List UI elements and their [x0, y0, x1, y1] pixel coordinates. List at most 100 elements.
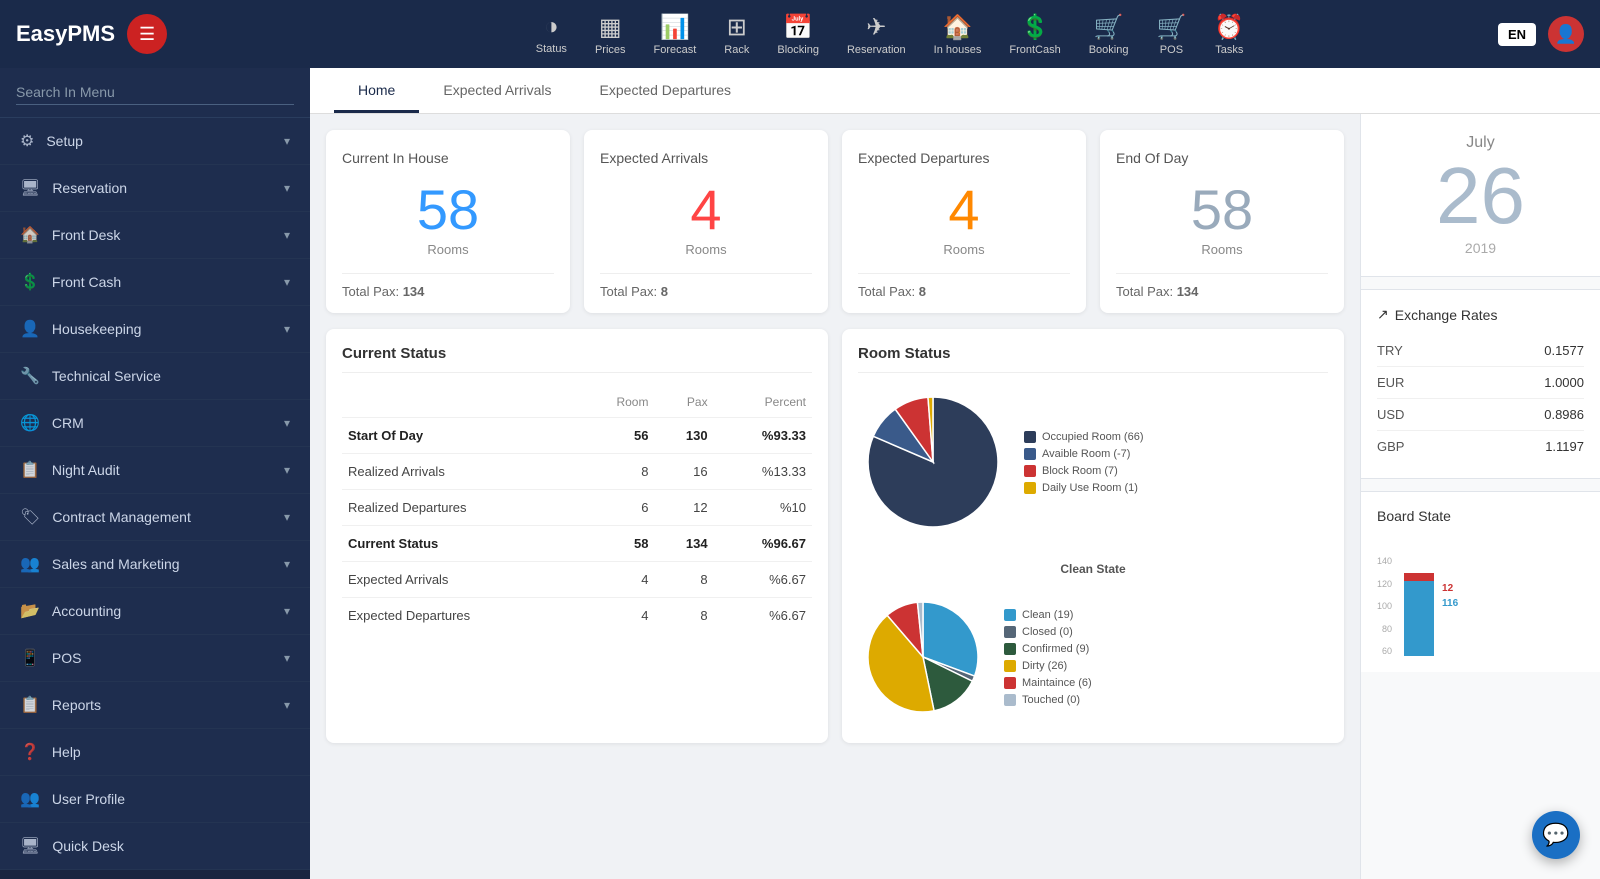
- clean-legend-item: Clean (19): [1004, 609, 1092, 621]
- col-header: Pax: [654, 387, 713, 418]
- row-percent: %93.33: [714, 418, 812, 454]
- nav-icon-booking[interactable]: 🛒Booking: [1089, 13, 1129, 56]
- sales-marketing-sidebar-icon: 👥: [20, 554, 40, 574]
- forecast-icon: 📊: [660, 13, 690, 42]
- pos-sidebar-icon: 📱: [20, 648, 40, 668]
- reservation-icon: ✈: [866, 13, 886, 42]
- currency-label: GBP: [1377, 439, 1404, 454]
- row-percent: %96.67: [714, 526, 812, 562]
- stat-card-rooms-0: Rooms: [342, 242, 554, 257]
- legend-item: Occupied Room (66): [1024, 431, 1144, 443]
- chat-fab-button[interactable]: 💬: [1532, 811, 1580, 859]
- sidebar-item-front-desk[interactable]: 🏠 Front Desk ▾: [0, 212, 310, 259]
- sidebar-item-setup[interactable]: ⚙ Setup ▾: [0, 118, 310, 165]
- stat-card-rooms-3: Rooms: [1116, 242, 1328, 257]
- chevron-icon: ▾: [284, 510, 290, 524]
- row-room: 4: [577, 598, 654, 634]
- row-pax: 134: [654, 526, 713, 562]
- sidebar-item-housekeeping[interactable]: 👤 Housekeeping ▾: [0, 306, 310, 353]
- legend-item: Daily Use Room (1): [1024, 482, 1144, 494]
- sidebar-label-front-cash: Front Cash: [52, 274, 121, 290]
- exchange-rates-widget: ↗ Exchange Rates TRY 0.1577 EUR 1.0000 U…: [1361, 289, 1600, 479]
- stat-card-1: Expected Arrivals 4 Rooms Total Pax: 8: [584, 130, 828, 313]
- sidebar-label-accounting: Accounting: [52, 603, 121, 619]
- stat-cards-grid: Current In House 58 Rooms Total Pax: 134…: [326, 130, 1344, 313]
- search-input[interactable]: [16, 80, 294, 105]
- user-avatar-button[interactable]: 👤: [1548, 16, 1584, 52]
- tab-expected-departures[interactable]: Expected Departures: [576, 68, 756, 113]
- stat-card-title-1: Expected Arrivals: [600, 150, 812, 166]
- table-row: Realized Arrivals 8 16 %13.33: [342, 454, 812, 490]
- language-button[interactable]: EN: [1498, 23, 1536, 46]
- nav-icon-forecast[interactable]: 📊Forecast: [654, 13, 697, 56]
- bottom-panels: Current Status RoomPaxPercent Start Of D…: [326, 329, 1344, 743]
- sidebar-label-front-desk: Front Desk: [52, 227, 120, 243]
- nav-icon-frontcash[interactable]: 💲FrontCash: [1009, 13, 1060, 56]
- currency-value: 1.1197: [1545, 439, 1584, 454]
- sidebar-item-reports[interactable]: 📋 Reports ▾: [0, 682, 310, 729]
- nav-icon-reservation[interactable]: ✈Reservation: [847, 13, 906, 56]
- board-state-title: Board State: [1377, 508, 1584, 524]
- clean-legend-item: Confirmed (9): [1004, 643, 1092, 655]
- accounting-sidebar-icon: 📂: [20, 601, 40, 621]
- row-room: 56: [577, 418, 654, 454]
- sidebar-item-pos[interactable]: 📱 POS ▾: [0, 635, 310, 682]
- legend-color: [1024, 431, 1036, 443]
- clean-state-section: Clean (19)Closed (0)Confirmed (9)Dirty (…: [858, 592, 1328, 727]
- row-room: 58: [577, 526, 654, 562]
- currency-label: USD: [1377, 407, 1404, 422]
- chevron-icon: ▾: [284, 463, 290, 477]
- stat-card-number-1: 4: [600, 182, 812, 238]
- sidebar-item-front-cash[interactable]: 💲 Front Cash ▾: [0, 259, 310, 306]
- nav-icon-pos[interactable]: 🛒POS: [1156, 13, 1186, 56]
- chevron-icon: ▾: [284, 228, 290, 242]
- table-row: Realized Departures 6 12 %10: [342, 490, 812, 526]
- nav-icon-blocking[interactable]: 📅Blocking: [777, 13, 819, 56]
- sidebar-item-user-profile[interactable]: 👥 User Profile: [0, 776, 310, 823]
- sidebar-item-sales-marketing[interactable]: 👥 Sales and Marketing ▾: [0, 541, 310, 588]
- exchange-rates-title: ↗ Exchange Rates: [1377, 306, 1584, 323]
- nav-icon-inhouses[interactable]: 🏠In houses: [934, 13, 982, 56]
- reports-sidebar-icon: 📋: [20, 695, 40, 715]
- hotel-id-label: HOTELID: 19705 - admin - 26.07.2019: [0, 870, 310, 879]
- sidebar-item-technical-service[interactable]: 🔧 Technical Service: [0, 353, 310, 400]
- chevron-icon: ▾: [284, 134, 290, 148]
- nav-icon-status[interactable]: ◑Status: [536, 13, 567, 55]
- stat-card-number-0: 58: [342, 182, 554, 238]
- chart-area: Occupied Room (66)Avaible Room (-7)Block…: [858, 387, 1328, 727]
- row-room: 6: [577, 490, 654, 526]
- row-pax: 8: [654, 598, 713, 634]
- exchange-rates-list: TRY 0.1577 EUR 1.0000 USD 0.8986 GBP 1.1…: [1377, 335, 1584, 462]
- sidebar-item-quick-desk[interactable]: 🖥 Quick Desk: [0, 823, 310, 870]
- stat-card-2: Expected Departures 4 Rooms Total Pax: 8: [842, 130, 1086, 313]
- stat-card-pax-0: Total Pax: 134: [342, 284, 554, 299]
- tab-expected-arrivals[interactable]: Expected Arrivals: [419, 68, 575, 113]
- stat-card-title-0: Current In House: [342, 150, 554, 166]
- currency-value: 0.1577: [1544, 343, 1584, 358]
- row-label: Realized Arrivals: [342, 454, 577, 490]
- currency-label: TRY: [1377, 343, 1403, 358]
- booking-icon: 🛒: [1094, 13, 1124, 42]
- stat-card-rooms-2: Rooms: [858, 242, 1070, 257]
- reservation-sidebar-icon: 🖥: [20, 178, 40, 198]
- nav-icon-rack[interactable]: ⊞Rack: [724, 13, 749, 56]
- nav-icon-prices[interactable]: ▦Prices: [595, 13, 626, 56]
- legend-color: [1004, 643, 1016, 655]
- sidebar-label-technical-service: Technical Service: [52, 368, 161, 384]
- tab-home[interactable]: Home: [334, 68, 419, 113]
- row-label: Start Of Day: [342, 418, 577, 454]
- sidebar-item-help[interactable]: ❓ Help: [0, 729, 310, 776]
- help-sidebar-icon: ❓: [20, 742, 40, 762]
- nav-icon-tasks[interactable]: ⏰Tasks: [1214, 13, 1244, 56]
- sidebar-item-reservation[interactable]: 🖥 Reservation ▾: [0, 165, 310, 212]
- sidebar-item-night-audit[interactable]: 📋 Night Audit ▾: [0, 447, 310, 494]
- clean-state-title: Clean State: [858, 562, 1328, 576]
- sidebar-label-setup: Setup: [46, 133, 83, 149]
- hamburger-button[interactable]: ☰: [127, 14, 167, 54]
- sidebar-item-crm[interactable]: 🌐 CRM ▾: [0, 400, 310, 447]
- stat-card-pax-1: Total Pax: 8: [600, 284, 812, 299]
- sidebar-item-accounting[interactable]: 📂 Accounting ▾: [0, 588, 310, 635]
- bar-segment-blue: [1404, 581, 1434, 656]
- sidebar-item-contract-management[interactable]: 🏷 Contract Management ▾: [0, 494, 310, 541]
- setup-sidebar-icon: ⚙: [20, 131, 34, 151]
